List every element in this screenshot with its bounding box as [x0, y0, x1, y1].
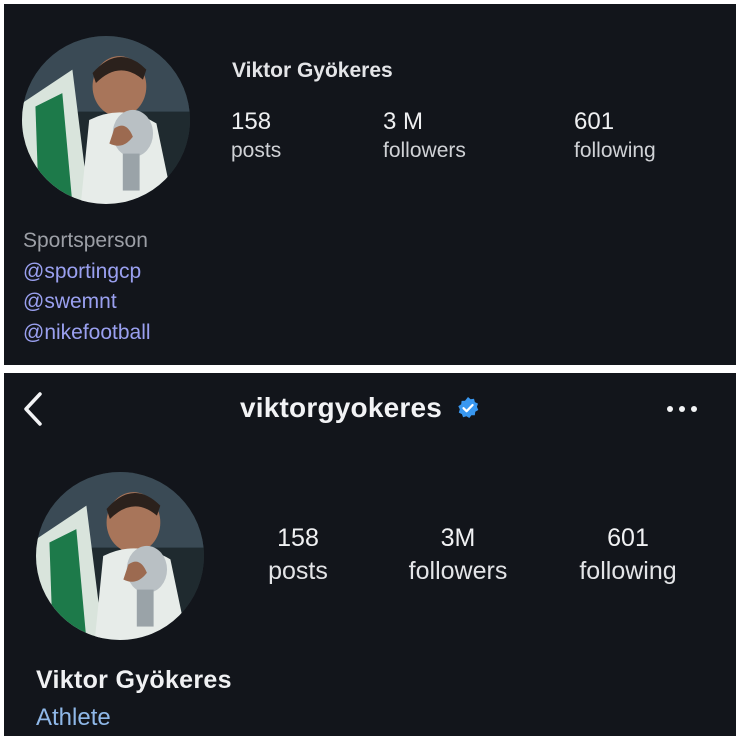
bio-link-nikefootball[interactable]: @nikefootball: [23, 318, 151, 349]
display-name: Viktor Gyökeres: [36, 666, 232, 694]
following-label: following: [574, 139, 656, 162]
more-options-button[interactable]: [664, 397, 700, 421]
following-count: 601: [607, 524, 649, 552]
profile-avatar[interactable]: [36, 472, 204, 640]
bio-link-swemnt[interactable]: @swemnt: [23, 287, 151, 318]
username: viktorgyokeres: [240, 392, 443, 423]
followers-count: 3M: [440, 524, 476, 552]
avatar-photo: [22, 36, 190, 204]
followers-label: followers: [383, 139, 466, 162]
username-header: viktorgyokeres: [240, 392, 480, 424]
stat-posts[interactable]: 158 posts: [231, 107, 281, 165]
verified-badge-icon: [456, 396, 480, 420]
posts-count: 158: [231, 108, 272, 135]
chevron-left-icon: [24, 392, 42, 426]
posts-count: 158: [277, 524, 319, 552]
stat-followers[interactable]: 3M followers: [396, 522, 520, 588]
stat-following[interactable]: 601 following: [566, 522, 690, 588]
followers-label: followers: [408, 557, 508, 585]
profile-avatar[interactable]: [22, 36, 190, 204]
back-button[interactable]: [18, 389, 48, 429]
stat-followers[interactable]: 3 M followers: [383, 107, 466, 165]
profile-header-old: Viktor Gyökeres 158 posts 3 M followers …: [4, 4, 736, 365]
category-label: Athlete: [36, 704, 111, 731]
bio-link-sportingcp[interactable]: @sportingcp: [23, 257, 151, 288]
posts-label: posts: [231, 139, 282, 162]
profile-header-new: viktorgyokeres 158 posts 3M followers 60…: [4, 373, 736, 736]
top-nav-bar: viktorgyokeres: [4, 373, 736, 441]
stat-following[interactable]: 601 following: [574, 107, 656, 165]
following-count: 601: [574, 108, 615, 135]
avatar-photo: [36, 472, 204, 640]
more-horizontal-icon: [667, 406, 697, 412]
display-name: Viktor Gyökeres: [232, 59, 393, 82]
category-label: Sportsperson: [23, 229, 148, 252]
bio: Sportsperson @sportingcp @swemnt @nikefo…: [23, 226, 151, 348]
stat-posts[interactable]: 158 posts: [248, 522, 348, 588]
following-label: following: [579, 557, 677, 585]
posts-label: posts: [268, 557, 328, 585]
followers-count: 3 M: [383, 108, 424, 135]
